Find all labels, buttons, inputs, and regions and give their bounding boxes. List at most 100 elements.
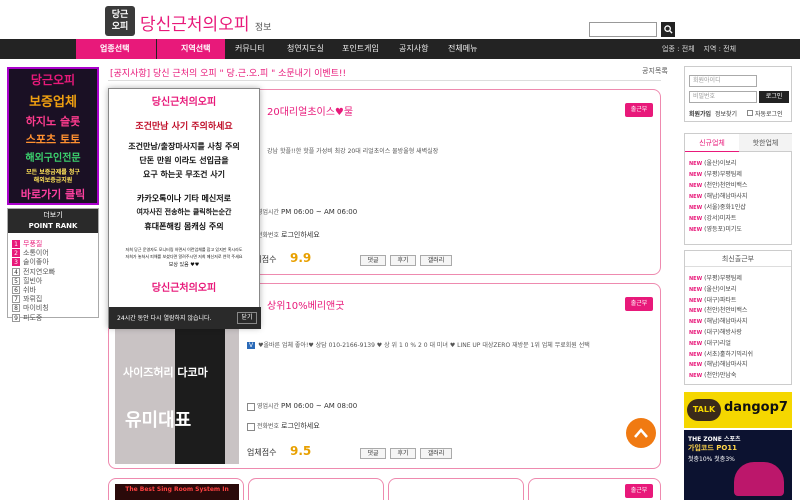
chevron-up-icon: [634, 428, 648, 438]
phone-number: 전화번호 로그인하세요: [247, 421, 320, 431]
shop-title[interactable]: 상위10%베리앤굿: [267, 297, 344, 312]
thumbnail-caption: 유미대표: [125, 410, 192, 431]
new-shop-item[interactable]: NEW (부평)부평팀제: [689, 169, 742, 178]
comments-button[interactable]: 댓글: [360, 255, 386, 266]
scroll-to-top-button[interactable]: [626, 418, 656, 448]
recent-attendance-item[interactable]: NEW (해남)해남마사지: [689, 359, 747, 368]
gallery-button[interactable]: 갤러리: [420, 255, 452, 266]
nav-guide[interactable]: 청연지도실: [287, 39, 324, 59]
popup-line: 단돈 만원 이라도 선입금을: [139, 156, 229, 165]
point-rank-more-link[interactable]: 더보기: [8, 210, 98, 221]
recent-attendance-title: 최신출근부: [685, 251, 791, 267]
reviews-button[interactable]: 후기: [390, 255, 416, 266]
talk-icon: TALK: [687, 399, 721, 421]
popup-close-button[interactable]: 닫기: [237, 312, 257, 324]
popup-dismiss-24h[interactable]: 24시간 동안 다시 열람하지 않습니다.: [117, 313, 211, 322]
new-tag: NEW: [689, 216, 703, 222]
popup-line: 카카오톡이나 기타 메신저로: [137, 194, 231, 203]
vip-tag: V: [247, 342, 256, 349]
rank-number: 2: [12, 249, 20, 258]
zone-code: 가입코드 PO11: [688, 444, 738, 452]
tab-new-shops[interactable]: 신규업체: [685, 134, 739, 152]
recent-attendance-item[interactable]: NEW (울산)이보리: [689, 284, 736, 293]
nav-region-select[interactable]: 지역선택 ▾: [157, 39, 225, 73]
banner-line: 보증업체: [29, 95, 77, 110]
shop-card-partial[interactable]: The Best Sing Room System In: [108, 478, 244, 500]
nav-label: 지역선택: [181, 44, 211, 53]
banner-cta: 바로가기 클릭: [20, 188, 86, 201]
phone-value: 로그인하세요: [281, 231, 320, 239]
new-tag: NEW: [689, 183, 703, 189]
shop-card-partial[interactable]: [388, 478, 524, 500]
attendance-badge[interactable]: 출근부: [625, 297, 653, 311]
new-tag: NEW: [689, 286, 703, 293]
recent-attendance-item[interactable]: NEW (천안)천안비백스: [689, 305, 747, 314]
rank-item[interactable]: 9 피도중: [12, 313, 42, 323]
notice-headline[interactable]: [공지사항] 당신 근처의 오피 " 당.근.오.피 " 소문내기 이벤트!!: [110, 66, 346, 79]
point-rank-title: POINT RANK: [28, 222, 78, 230]
notice-list-link[interactable]: 공지목록: [642, 66, 668, 76]
nav-filter-status: 업종 : 전체 지역 : 전체: [662, 45, 737, 53]
nav-point-game[interactable]: 포인트게임: [342, 39, 379, 59]
reviews-button[interactable]: 후기: [390, 448, 416, 459]
nav-notice[interactable]: 공지사항: [399, 39, 428, 59]
search-input[interactable]: [589, 22, 657, 37]
left-ad-banner[interactable]: 당근오피 보증업체 하지노 슬롯 스포츠 토토 해외구인전문 모든 보증금제를 …: [7, 67, 99, 205]
new-shop-item[interactable]: NEW (천안)천안비백스: [689, 180, 747, 189]
nav-community[interactable]: 커뮤니티: [235, 39, 264, 59]
shop-title[interactable]: 20대리얼초이스♥물: [267, 103, 353, 118]
rank-number: 9: [12, 313, 20, 322]
hours-value: PM 06:00 ~ AM 08:00: [281, 402, 358, 410]
zone-sports-banner[interactable]: THE ZONE 스포츠 가입코드 PO11 첫충10% 첫충3%: [684, 430, 792, 500]
divider: [108, 80, 661, 81]
nav-industry-select[interactable]: 업종선택 ▾: [76, 39, 156, 73]
popup-line: 요구 하는곳 무조건 사기: [143, 170, 225, 179]
search-button[interactable]: [661, 22, 675, 37]
login-button[interactable]: 로그인: [759, 91, 789, 103]
find-account-link[interactable]: 정보찾기: [715, 109, 737, 118]
recent-attendance-item[interactable]: NEW (대구)해방사랑: [689, 327, 742, 336]
recent-attendance-item[interactable]: NEW (천안)만남숙: [689, 370, 736, 379]
new-shop-item[interactable]: NEW (강서)미자트: [689, 213, 736, 222]
new-shop-item[interactable]: NEW (영등포)미기도: [689, 224, 742, 233]
new-shops-panel: 신규업체 핫한업체 NEW (울산)이보리 NEW (부평)부평팀제 NEW (천안)천안…: [684, 133, 792, 245]
tab-hot-shops[interactable]: 핫한업체: [739, 134, 792, 152]
popup-line: 휴대폰해킹 몸캐싱 주의: [144, 222, 224, 231]
warning-popup: 당신근처의오피 조건만남 사기 주의하세요 조건만남/출장마사지를 사칭 주의 …: [108, 88, 261, 329]
recent-attendance-item[interactable]: NEW (대구)파타트: [689, 295, 736, 304]
rank-user-name: 쉬바: [23, 286, 36, 294]
site-logo[interactable]: 당신근처의오피 정보: [140, 10, 271, 35]
shop-card-partial[interactable]: 출근부: [528, 478, 661, 500]
shop-link-text: (천안)천안비백스: [704, 182, 748, 189]
shop-thumbnail: The Best Sing Room System In: [115, 484, 239, 500]
kakaotalk-banner[interactable]: TALK dangop7: [684, 392, 792, 428]
magnifier-icon: [663, 25, 673, 34]
rank-user-name: 마이비칭: [23, 304, 49, 313]
new-tag: NEW: [689, 227, 703, 233]
comments-button[interactable]: 댓글: [360, 448, 386, 459]
nav-label: 업종선택: [100, 44, 130, 53]
new-tag: NEW: [689, 308, 703, 315]
shop-description: V ♥올바른 업체 좋아!♥ 상담 010-2166-9139 ♥ 상 위 1 0…: [247, 340, 647, 349]
user-id-input[interactable]: 회원아이디: [689, 75, 757, 87]
popup-line: 조건만남/출장마사지를 사칭 주의: [128, 142, 240, 151]
recent-attendance-item[interactable]: NEW (서초)훌하기믹리쉬: [689, 349, 753, 358]
shop-card-partial[interactable]: [248, 478, 384, 500]
logo-badge[interactable]: 당근 오피: [105, 6, 135, 36]
recent-attendance-item[interactable]: NEW (대구)리얼: [689, 338, 731, 347]
attendance-badge[interactable]: 출근부: [625, 484, 653, 498]
rank-number: 4: [12, 267, 20, 276]
password-input[interactable]: 비밀번호: [689, 91, 757, 103]
recent-attendance-item[interactable]: NEW (해남)해남마사지: [689, 316, 747, 325]
attendance-badge[interactable]: 출근부: [625, 103, 653, 117]
auto-login-checkbox[interactable]: 자동로그인: [747, 109, 783, 118]
new-shop-item[interactable]: NEW (해남)해남마사지: [689, 191, 747, 200]
new-shop-item[interactable]: NEW (울산)이보리: [689, 158, 736, 167]
new-tag: NEW: [689, 276, 703, 282]
recent-attendance-item[interactable]: NEW (부평)부평팀제: [689, 273, 742, 282]
gallery-button[interactable]: 갤러리: [420, 448, 452, 459]
nav-all-menu[interactable]: 전체메뉴: [448, 39, 477, 59]
new-shop-item[interactable]: NEW (서울)중화1인샵: [689, 202, 746, 211]
shop-link-text: (울산)이보리: [704, 160, 737, 167]
join-link[interactable]: 회원가입: [689, 109, 711, 118]
